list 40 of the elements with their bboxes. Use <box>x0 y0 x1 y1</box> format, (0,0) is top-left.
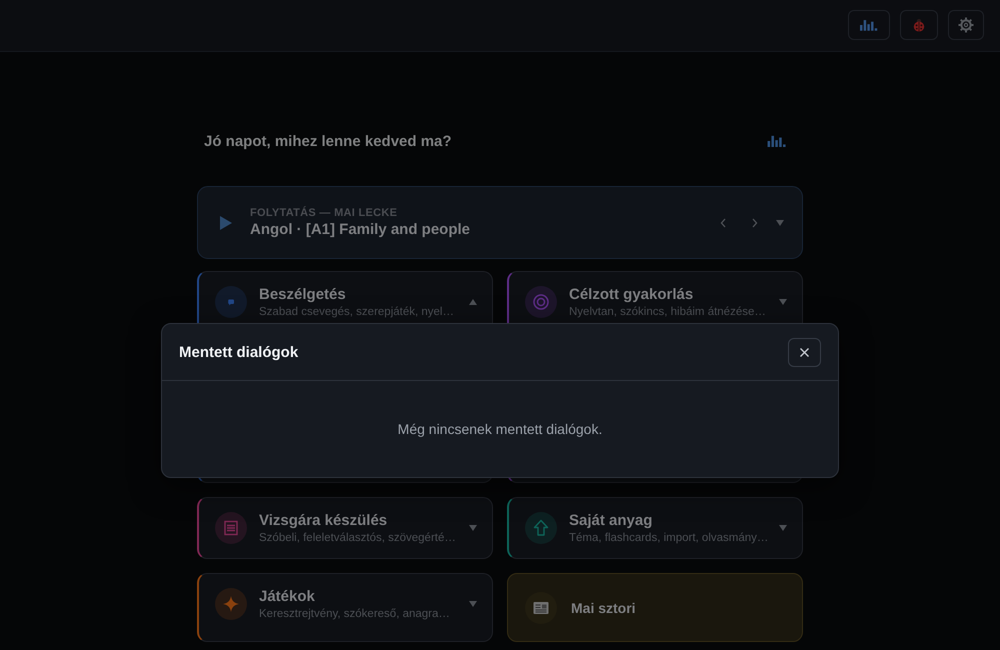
empty-state-text: Még nincsenek mentett dialógok. <box>398 421 602 437</box>
card-title: Mai sztori <box>571 600 636 616</box>
settings-icon <box>958 17 974 33</box>
sound-bars-icon <box>766 135 788 147</box>
newspaper-icon <box>525 592 557 624</box>
card-title: Játékok <box>259 588 316 605</box>
settings-button[interactable] <box>948 10 984 40</box>
card-title: Saját anyag <box>569 512 654 529</box>
story-card[interactable]: Mai sztori <box>507 573 803 642</box>
card-subtitle: Szabad csevegés, szerepjáték, nyel… <box>259 306 455 318</box>
section-card[interactable]: Játékok Keresztrejtvény, szókereső, anagra… <box>197 573 493 642</box>
card-title: Beszélgetés <box>259 286 347 303</box>
dialog-title: Mentett dialógok <box>179 344 298 360</box>
caret-down-icon[interactable] <box>776 220 784 226</box>
sound-bars-icon <box>860 19 878 31</box>
card-subtitle: Keresztrejtvény, szókereső, anagra… <box>259 608 451 620</box>
continue-lesson-card[interactable]: FOLYTATÁS — MAI LECKE Angol · [A1] Family and people <box>197 186 803 259</box>
card-subtitle: Nyelvtan, szókincs, hibáim átnézése… <box>569 306 767 318</box>
caret-up-icon[interactable] <box>469 299 477 305</box>
greeting-text: Jó napot, mihez lenne kedved ma? <box>204 132 452 150</box>
ladybug-icon <box>912 18 926 32</box>
card-subtitle: Szóbeli, feleletválasztós, szövegérté… <box>259 532 457 544</box>
sound-button[interactable] <box>848 10 890 40</box>
card-title: Vizsgára készülés <box>259 512 388 529</box>
play-icon[interactable] <box>220 216 232 230</box>
caret-down-icon[interactable] <box>779 299 787 305</box>
card-title: Célzott gyakorlás <box>569 286 694 303</box>
caret-down-icon[interactable] <box>469 601 477 607</box>
close-button[interactable] <box>788 338 821 366</box>
section-card[interactable]: Vizsgára készülés Szóbeli, feleletválasztós, szövegérté… <box>197 497 493 559</box>
chevron-right-icon[interactable] <box>752 218 758 228</box>
section-card[interactable]: Saját anyag Téma, flashcards, import, olvasmány… <box>507 497 803 559</box>
card-subtitle: Téma, flashcards, import, olvasmány… <box>569 532 769 544</box>
lesson-label: FOLYTATÁS — MAI LECKE <box>250 207 398 219</box>
caret-down-icon[interactable] <box>779 525 787 531</box>
caret-down-icon[interactable] <box>469 525 477 531</box>
chevron-left-icon[interactable] <box>720 218 726 228</box>
lesson-title: Angol · [A1] Family and people <box>250 221 472 238</box>
bug-report-button[interactable] <box>900 10 938 40</box>
close-icon <box>800 348 809 356</box>
